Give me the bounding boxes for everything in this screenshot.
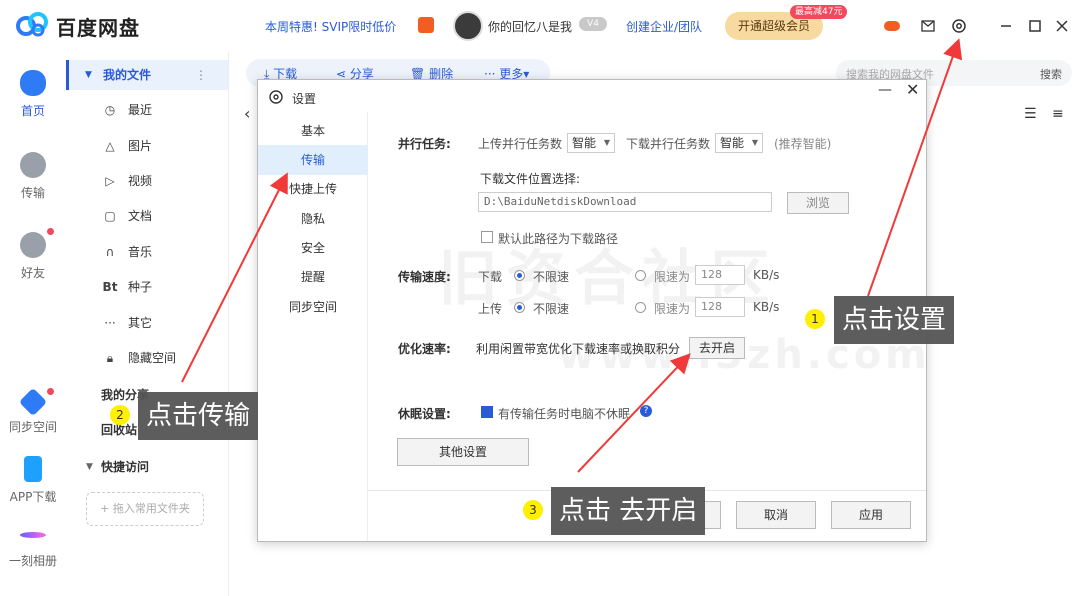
step-2-marker: 2 bbox=[110, 405, 130, 425]
step-1-marker: 1 bbox=[805, 309, 825, 329]
step-3-marker: 3 bbox=[523, 500, 543, 520]
arrow-to-enable bbox=[577, 353, 691, 473]
arrow-to-transfer bbox=[181, 172, 288, 383]
step-3-label: 点击 去开启 bbox=[551, 487, 706, 535]
step-2-label: 点击传输 bbox=[138, 392, 259, 440]
step-1-label: 点击设置 bbox=[834, 296, 955, 344]
arrow-to-settings bbox=[867, 38, 963, 297]
